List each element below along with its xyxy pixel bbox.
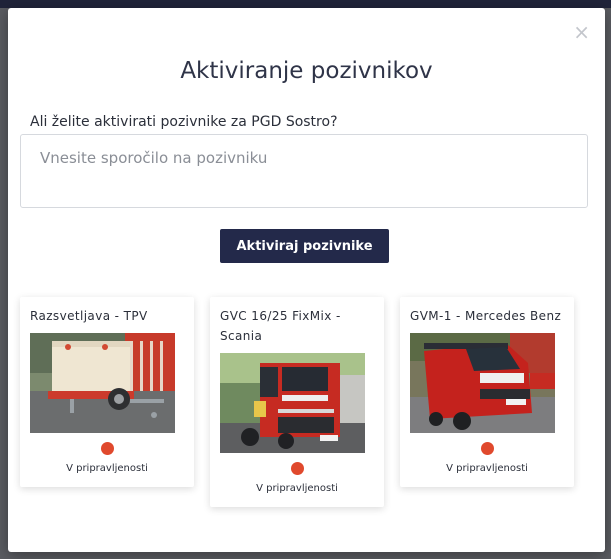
modal-title: Aktiviranje pozivnikov xyxy=(180,58,433,84)
vehicle-name: Razsvetljava - TPV xyxy=(30,309,148,323)
status-label: V pripravljenosti xyxy=(66,463,148,474)
vehicle-name: GVM-1 - Mercedes Benz xyxy=(410,309,562,323)
vehicle-card-mercedes[interactable]: GVM-1 - Mercedes Benz V pripravljenosti xyxy=(400,297,574,487)
activate-pagers-button[interactable]: Aktiviraj pozivnike xyxy=(220,229,389,263)
mercedes-van-photo xyxy=(410,333,555,433)
pager-message-input[interactable] xyxy=(20,134,588,208)
vehicle-name: GVC 16/25 FixMix - Scania xyxy=(220,309,341,343)
activation-modal: × Aktiviranje pozivnikov Ali želite akti… xyxy=(8,8,605,552)
trailer-photo xyxy=(30,333,175,433)
activation-question: Ali želite aktivirati pozivnike za PGD S… xyxy=(30,114,338,130)
status-label: V pripravljenosti xyxy=(256,483,338,494)
vehicle-card-scania[interactable]: GVC 16/25 FixMix - Scania V pripravljeno… xyxy=(210,297,384,507)
app-top-bar xyxy=(0,0,611,8)
status-dot xyxy=(291,462,304,475)
status-dot xyxy=(101,442,114,455)
scania-fire-truck-photo xyxy=(220,353,365,453)
status-label: V pripravljenosti xyxy=(446,463,528,474)
close-icon[interactable]: × xyxy=(573,22,590,42)
vehicle-card-trailer[interactable]: Razsvetljava - TPV V pripravljenosti xyxy=(20,297,194,487)
status-dot xyxy=(481,442,494,455)
